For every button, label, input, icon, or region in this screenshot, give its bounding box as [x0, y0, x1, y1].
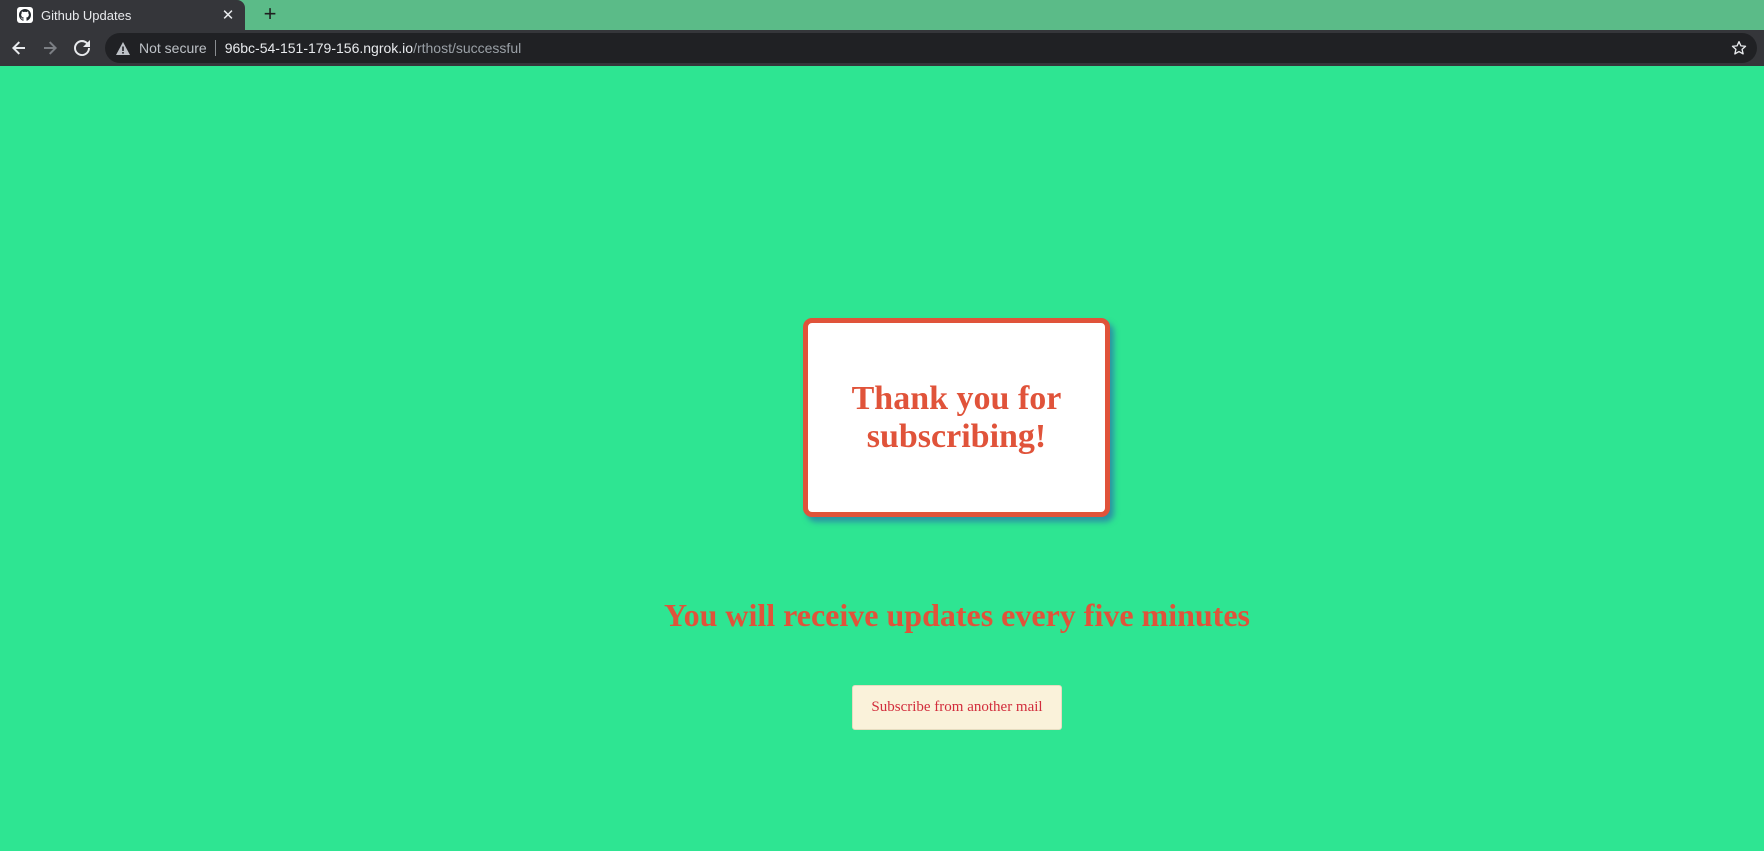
- star-icon[interactable]: [1727, 36, 1751, 60]
- omnibox-divider: [214, 40, 216, 56]
- tab-title: Github Updates: [41, 7, 132, 23]
- warning-icon: [115, 40, 131, 56]
- url-path: /rthost/successful: [413, 40, 522, 56]
- browser-toolbar: Not secure 96bc-54-151-179-156.ngrok.io /…: [0, 30, 1764, 66]
- forward-arrow-icon[interactable]: [38, 36, 62, 60]
- subscribe-another-button[interactable]: Subscribe from another mail: [852, 685, 1062, 730]
- browser-tab[interactable]: Github Updates ✕: [0, 0, 245, 30]
- github-icon: [17, 7, 33, 23]
- back-arrow-icon[interactable]: [7, 36, 31, 60]
- reload-icon[interactable]: [70, 36, 94, 60]
- security-label[interactable]: Not secure: [139, 40, 207, 56]
- thank-you-card: Thank you for subscribing!: [803, 318, 1110, 517]
- url-host: 96bc-54-151-179-156.ngrok.io: [224, 40, 414, 56]
- close-icon[interactable]: ✕: [216, 6, 240, 24]
- updates-message: You will receive updates every five minu…: [664, 597, 1250, 633]
- address-bar[interactable]: Not secure 96bc-54-151-179-156.ngrok.io /…: [105, 33, 1757, 63]
- new-tab-button[interactable]: +: [258, 2, 282, 26]
- tab-strip: Github Updates ✕ +: [0, 0, 1764, 30]
- card-title: Thank you for subscribing!: [851, 379, 1062, 455]
